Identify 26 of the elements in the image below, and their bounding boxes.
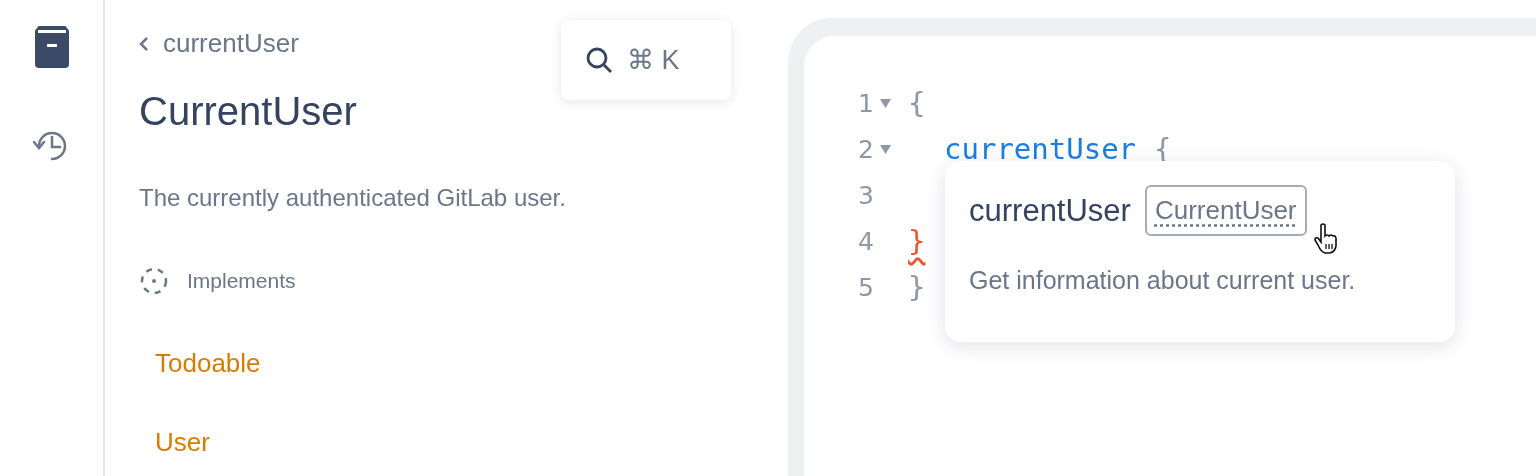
interface-link[interactable]: Todoable: [155, 348, 261, 379]
code-field: currentUser: [944, 132, 1137, 166]
fold-caret-icon[interactable]: [879, 98, 891, 108]
code-brace: }: [908, 270, 926, 304]
fold-caret-icon[interactable]: [879, 144, 891, 154]
line-number: 4: [858, 226, 874, 256]
implements-icon: [139, 266, 169, 296]
implements-label: Implements: [187, 269, 296, 293]
back-chevron-icon[interactable]: [139, 35, 149, 52]
line-number: 1: [858, 88, 874, 118]
field-name: currentUser: [969, 192, 1131, 229]
page-title: CurrentUser: [139, 89, 358, 134]
line-number: 3: [858, 180, 874, 210]
line-number: 2: [858, 134, 874, 164]
type-description: The currently authenticated GitLab user.: [139, 184, 567, 212]
search-button[interactable]: ⌘ K: [561, 20, 731, 100]
code-brace: {: [908, 86, 926, 120]
type-link[interactable]: CurrentUser: [1144, 185, 1307, 236]
line-number: 5: [858, 272, 874, 302]
back-link[interactable]: currentUser: [139, 28, 299, 59]
book-icon[interactable]: [34, 26, 69, 68]
field-description: Get information about current user.: [969, 266, 1357, 295]
error-brace: }: [908, 224, 926, 258]
interface-link[interactable]: User: [155, 427, 210, 458]
search-icon: [585, 46, 613, 74]
pointer-hand-icon: [1314, 223, 1338, 255]
